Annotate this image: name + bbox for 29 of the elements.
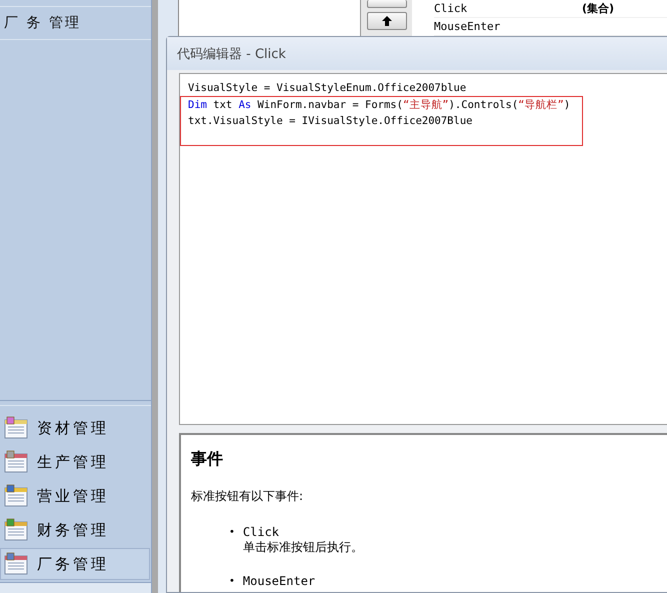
nav-icon (3, 416, 29, 440)
arrow-up-icon (382, 16, 392, 26)
code-line: txt.VisualStyle = IVisualStyle.Office2007Blue (188, 114, 474, 129)
nav-item[interactable]: 厂务管理 (0, 548, 150, 580)
panel-header: 厂 务 管理 (0, 6, 151, 40)
nav-icon (3, 518, 29, 542)
event-description: 单击标准按钮后执行。 (242, 539, 363, 556)
nav-item[interactable]: 财务管理 (0, 514, 150, 546)
bullet-icon: • (229, 525, 235, 556)
property-name: Click (434, 2, 468, 15)
help-text: 标准按钮有以下事件: (191, 488, 304, 505)
nav-icon (3, 450, 29, 474)
code-line: Dim txt As WinForm.navbar = Forms(“主导航”).Controls(“导航栏”) (188, 98, 572, 113)
event-name: MouseEnter (242, 574, 316, 588)
nav-icon (3, 552, 29, 576)
code-editor[interactable]: VisualStyle = VisualStyleEnum.Office2007blue Dim txt As WinForm.navbar = Forms(“主导航”).Controls(“导航栏”) txt.VisualStyle = IVisualStyle.Office2007Blue (179, 73, 667, 425)
help-heading: 事件 (191, 449, 224, 470)
scrollbar[interactable] (152, 0, 166, 593)
property-value: (集合) (582, 1, 616, 16)
move-up-button[interactable] (366, 12, 406, 30)
nav-item[interactable]: 营业管理 (0, 480, 150, 512)
nav-icon (3, 484, 29, 508)
event-name: Click (242, 525, 280, 539)
nav-item[interactable]: 生产管理 (0, 446, 150, 478)
property-name: MouseEnter (434, 20, 502, 33)
bullet-icon: • (229, 574, 235, 589)
nav-item[interactable]: 资材管理 (0, 412, 150, 444)
code-line: VisualStyle = VisualStyleEnum.Office2007blue (188, 81, 468, 96)
window-title: 代码编辑器 - Click (167, 37, 667, 70)
